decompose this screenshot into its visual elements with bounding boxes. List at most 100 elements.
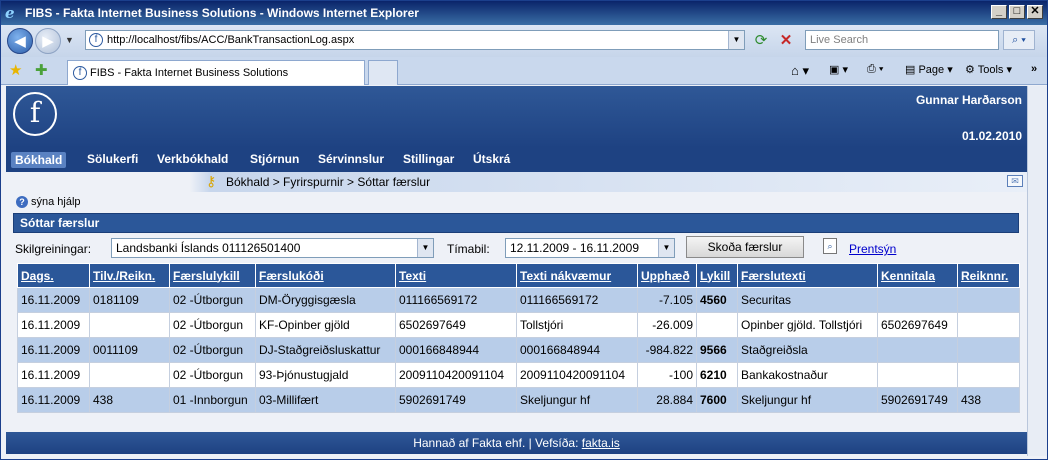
cell-amount: -100 <box>637 362 697 388</box>
column-header-account-no[interactable]: Reiknnr. <box>957 263 1020 288</box>
table-row[interactable]: 16.11.2009 0181109 02 -Útborgun DM-Örygg… <box>17 287 1020 313</box>
help-link[interactable]: ? sýna hjálp <box>16 196 81 208</box>
cell-account-no <box>957 287 1020 313</box>
help-icon: ? <box>16 196 28 208</box>
search-button[interactable]: ⌕ ▾ <box>1003 30 1035 50</box>
show-transactions-button[interactable]: Skoða færslur <box>686 236 804 258</box>
cell-account-no <box>957 312 1020 338</box>
menu-item-stjornun[interactable]: Stjórnun <box>249 152 300 166</box>
forward-button[interactable]: ▶ <box>35 28 61 54</box>
cell-account-no <box>957 337 1020 363</box>
column-header-date[interactable]: Dags. <box>17 263 90 288</box>
cell-kennitala: 5902691749 <box>877 387 958 413</box>
cell-key <box>696 312 738 338</box>
menu-item-utskra[interactable]: Útskrá <box>472 152 511 166</box>
breadcrumb: Bókhald > Fyrirspurnir > Sóttar færslur <box>226 175 431 189</box>
cell-text: 5902691749 <box>395 387 517 413</box>
address-input[interactable]: f http://localhost/fibs/ACC/BankTransact… <box>85 30 745 50</box>
period-select-value: 12.11.2009 - 16.11.2009 <box>510 241 639 255</box>
cell-date: 16.11.2009 <box>17 387 90 413</box>
table-row[interactable]: 16.11.2009 02 -Útborgun 93-Þjónustugjald… <box>17 362 1020 388</box>
cell-key: 9566 <box>696 337 738 363</box>
account-select[interactable]: Landsbanki Íslands 011126501400 ▼ <box>111 238 434 258</box>
cell-transaction-key: 01 -Innborgun <box>169 387 256 413</box>
cell-account-no: 438 <box>957 387 1020 413</box>
menu-item-verkbokhald[interactable]: Verkbókhald <box>156 152 229 166</box>
home-icon[interactable]: ⌂ ▾ <box>791 63 809 79</box>
cell-entry-text: Securitas <box>737 287 878 313</box>
column-header-reference[interactable]: Tilv./Reikn. <box>89 263 170 288</box>
cell-reference: 438 <box>89 387 170 413</box>
column-header-kennitala[interactable]: Kennitala <box>877 263 958 288</box>
table-header-row: Dags. Tilv./Reikn. Færslulykill Færslukó… <box>17 263 1020 288</box>
print-icon[interactable]: ⎙ ▾ <box>867 63 883 76</box>
menu-item-solukerfi[interactable]: Sölukerfi <box>86 152 139 166</box>
app-header: f Gunnar Harðarson 01.02.2010 <box>6 86 1027 148</box>
column-header-transaction-code[interactable]: Færslukóði <box>255 263 396 288</box>
table-row[interactable]: 16.11.2009 02 -Útborgun KF-Opinber gjöld… <box>17 312 1020 338</box>
column-header-transaction-key[interactable]: Færslulykill <box>169 263 256 288</box>
cell-amount: 28.884 <box>637 387 697 413</box>
cell-kennitala <box>877 362 958 388</box>
cell-entry-text: Bankakostnaður <box>737 362 878 388</box>
chevron-right-icon[interactable]: » <box>1031 63 1037 75</box>
column-header-text[interactable]: Texti <box>395 263 517 288</box>
chevron-down-icon[interactable]: ▼ <box>658 239 674 257</box>
new-tab-button[interactable] <box>368 60 398 85</box>
chevron-down-icon[interactable]: ▼ <box>417 239 433 257</box>
account-select-value: Landsbanki Íslands 011126501400 <box>116 241 301 255</box>
add-favorites-icon[interactable]: ✚ <box>35 61 48 79</box>
cell-detailed-text: 000166848944 <box>516 337 638 363</box>
search-input[interactable]: Live Search <box>805 30 999 50</box>
fakta-logo: f <box>13 92 57 136</box>
mail-icon[interactable]: ✉ <box>1007 175 1023 187</box>
recent-pages-dropdown-icon[interactable]: ▼ <box>65 35 74 45</box>
main-menu: Bókhald Sölukerfi Verkbókhald Stjórnun S… <box>6 148 1027 172</box>
address-dropdown-icon[interactable]: ▼ <box>728 31 744 49</box>
close-button[interactable]: ✕ <box>1027 5 1043 19</box>
menu-item-stillingar[interactable]: Stillingar <box>402 152 455 166</box>
browser-tab[interactable]: f FIBS - Fakta Internet Business Solutio… <box>67 60 365 85</box>
column-header-entry-text[interactable]: Færslutexti <box>737 263 878 288</box>
page-menu[interactable]: ▤ Page ▾ <box>905 63 953 76</box>
stop-icon[interactable]: ✕ <box>777 32 795 50</box>
cell-account-no <box>957 362 1020 388</box>
cell-transaction-key: 02 -Útborgun <box>169 337 256 363</box>
tab-row: ★ ✚ f FIBS - Fakta Internet Business Sol… <box>1 57 1047 85</box>
cell-transaction-code: KF-Opinber gjöld <box>255 312 396 338</box>
filter-row: Skilgreiningar: Landsbanki Íslands 01112… <box>15 236 1019 262</box>
cell-date: 16.11.2009 <box>17 287 90 313</box>
cell-transaction-key: 02 -Útborgun <box>169 287 256 313</box>
cell-key: 7600 <box>696 387 738 413</box>
breadcrumb-bar: ⚷ Bókhald > Fyrirspurnir > Sóttar færslu… <box>6 172 1027 192</box>
table-row[interactable]: 16.11.2009 0011109 02 -Útborgun DJ-Staðg… <box>17 337 1020 363</box>
cell-kennitala: 6502697649 <box>877 312 958 338</box>
cell-transaction-code: DM-Öryggisgæsla <box>255 287 396 313</box>
cell-text: 2009110420091104 <box>395 362 517 388</box>
favorites-star-icon[interactable]: ★ <box>9 61 22 79</box>
page-menu-label: Page <box>918 64 945 76</box>
menu-item-bokhald[interactable]: Bókhald <box>11 152 67 168</box>
cell-amount: -26.009 <box>637 312 697 338</box>
back-button[interactable]: ◀ <box>7 28 33 54</box>
tools-menu[interactable]: ⚙ Tools ▾ <box>965 63 1012 76</box>
vertical-scrollbar[interactable] <box>1027 86 1047 456</box>
feeds-icon[interactable]: ▣ ▾ <box>829 63 848 76</box>
column-header-key[interactable]: Lykill <box>696 263 738 288</box>
header-date: 01.02.2010 <box>961 129 1022 143</box>
period-select[interactable]: 12.11.2009 - 16.11.2009 ▼ <box>505 238 675 258</box>
footer-link[interactable]: fakta.is <box>582 436 620 450</box>
print-preview-link[interactable]: Prentsýn <box>849 242 896 256</box>
table-row[interactable]: 16.11.2009 438 01 -Innborgun 03-Millifær… <box>17 387 1020 413</box>
maximize-button[interactable]: □ <box>1009 5 1025 19</box>
url-text[interactable]: http://localhost/fibs/ACC/BankTransactio… <box>107 34 354 46</box>
column-header-amount[interactable]: Upphæð <box>637 263 697 288</box>
key-icon: ⚷ <box>206 173 217 189</box>
print-preview-icon[interactable]: ⌕ <box>823 238 837 254</box>
refresh-icon[interactable]: ⟳ <box>752 32 770 50</box>
minimize-button[interactable]: _ <box>991 5 1007 19</box>
menu-item-servinnslur[interactable]: Sérvinnslur <box>317 152 385 166</box>
column-header-detailed-text[interactable]: Texti nákvæmur <box>516 263 638 288</box>
cell-detailed-text: Skeljungur hf <box>516 387 638 413</box>
cell-detailed-text: 2009110420091104 <box>516 362 638 388</box>
